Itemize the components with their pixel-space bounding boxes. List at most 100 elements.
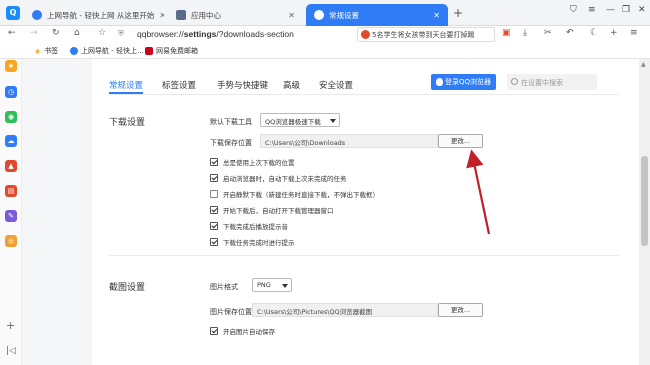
security-shield-icon: ⛨ xyxy=(118,29,124,38)
star-icon: ★ xyxy=(34,46,42,56)
download-path-field: C:\Users\公司\Downloads xyxy=(260,134,438,148)
edit-icon[interactable]: ✎ xyxy=(5,210,17,222)
address-input[interactable]: qqbrowser://settings/?downloads-section xyxy=(137,29,294,39)
change-download-path-button[interactable]: 更改... xyxy=(438,134,483,148)
main-menu-icon[interactable]: ≡ xyxy=(630,28,638,38)
image-path-label: 图片保存位置 xyxy=(210,308,252,316)
pdf-icon[interactable]: ▲ xyxy=(5,160,17,172)
add-icon[interactable]: + xyxy=(610,28,618,38)
scrollbar-thumb[interactable] xyxy=(641,156,648,246)
qq-browser-logo: Q xyxy=(6,6,20,20)
document-icon[interactable]: ▤ xyxy=(5,185,17,197)
navigation-bar: ← → ↻ ⌂ ☆ ⛨ qqbrowser://settings/?downlo… xyxy=(0,26,650,44)
app-center-favicon-icon xyxy=(176,10,186,20)
bookmark-netease-mail[interactable]: 网易免费邮箱 xyxy=(145,46,198,56)
checkbox[interactable] xyxy=(210,222,218,230)
change-image-path-button[interactable]: 更改... xyxy=(438,303,483,317)
minimize-icon[interactable]: — xyxy=(606,5,615,15)
home-icon[interactable]: ⌂ xyxy=(74,28,80,38)
history-icon[interactable]: ◷ xyxy=(5,86,17,98)
menu-icon[interactable]: ≡ xyxy=(588,5,596,15)
option-notify-complete[interactable]: 下载任务完成时进行提示 xyxy=(210,237,295,247)
sogou-search-icon xyxy=(361,30,370,39)
image-path-field: C:\Users\公司\Pictures\QQ浏览器截图 xyxy=(252,303,438,317)
checkbox[interactable] xyxy=(210,238,218,246)
option-open-manager[interactable]: 开始下载后，自动打开下载管理器窗口 xyxy=(210,205,334,215)
bookmark-navigation[interactable]: 上网导航 - 轻快上... xyxy=(70,46,144,56)
settings-favicon-icon xyxy=(314,10,324,20)
tab-bar: Q 上网导航 - 轻快上网 从这里开始 ✕ 应用中心 ✕ 常规设置 ✕ + ⛉ … xyxy=(0,0,650,26)
maximize-icon[interactable]: ❐ xyxy=(622,5,630,15)
option-silent-download[interactable]: 开启静默下载（新建任务时直接下载，不弹出下载框） xyxy=(210,189,379,199)
cut-icon[interactable]: ✂ xyxy=(544,28,552,38)
navigation-favicon-icon xyxy=(32,10,42,20)
nav-icon xyxy=(70,47,78,55)
tab-settings[interactable]: 常规设置 ✕ xyxy=(306,4,448,26)
option-auto-save-image[interactable]: 开启图片自动保存 xyxy=(210,326,275,336)
close-tab-icon[interactable]: ✕ xyxy=(288,11,295,20)
search-input[interactable]: 5名学生将女孩带到天台要打掉踢 xyxy=(357,27,495,42)
download-settings-title: 下载设置 xyxy=(109,118,146,128)
add-sidebar-app-icon[interactable]: + xyxy=(6,319,15,332)
settings-search-input[interactable]: 在设置中搜索 xyxy=(507,74,597,90)
option-resume-unfinished[interactable]: 启动浏览器时，自动下载上次未完成的任务 xyxy=(210,173,347,183)
tab-gestures-shortcuts[interactable]: 手势与快捷键 xyxy=(217,79,268,91)
close-window-icon[interactable]: ✕ xyxy=(638,5,646,15)
option-play-sound[interactable]: 下载完成后播放提示音 xyxy=(210,221,288,231)
checkbox[interactable] xyxy=(210,327,218,335)
forward-icon[interactable]: → xyxy=(30,28,38,38)
tabs-divider xyxy=(109,94,619,95)
default-download-tool-label: 默认下载工具 xyxy=(210,118,252,126)
tab-title: 常规设置 xyxy=(329,10,359,20)
checkbox[interactable] xyxy=(210,174,218,182)
tab-general-settings[interactable]: 常规设置 xyxy=(109,79,143,91)
close-tab-icon[interactable]: ✕ xyxy=(433,11,440,20)
new-tab-icon[interactable]: + xyxy=(453,6,463,20)
converter-icon[interactable]: ◎ xyxy=(5,235,17,247)
search-icon xyxy=(511,78,518,85)
tab-navigation[interactable]: 上网导航 - 轻快上网 从这里开始 ✕ xyxy=(24,4,164,26)
section-divider xyxy=(109,255,619,256)
checkbox[interactable] xyxy=(210,190,218,198)
tab-title: 上网导航 - 轻快上网 从这里开始 xyxy=(47,10,155,20)
bookmarks-folder[interactable]: ★ 书签 xyxy=(34,46,58,56)
undo-close-icon[interactable]: ↶ xyxy=(566,28,574,38)
checkbox[interactable] xyxy=(210,206,218,214)
tab-security-settings[interactable]: 安全设置 xyxy=(319,79,353,91)
checkbox[interactable] xyxy=(210,158,218,166)
tab-advanced[interactable]: 高级 xyxy=(283,79,300,91)
bookmark-star-icon[interactable]: ☆ xyxy=(98,28,106,38)
chevron-down-icon xyxy=(330,119,336,123)
favorites-icon[interactable]: ★ xyxy=(5,60,17,72)
tab-tab-settings[interactable]: 标签设置 xyxy=(162,79,196,91)
screenshot-settings-title: 截图设置 xyxy=(109,283,146,293)
option-use-last-location[interactable]: 总是使用上次下载的位置 xyxy=(210,157,295,167)
night-mode-icon[interactable]: ☾ xyxy=(590,28,598,38)
side-rail: ★ ◷ ◉ ☁ ▲ ▤ ✎ ◎ + |◁ xyxy=(0,59,22,365)
cloud-icon[interactable]: ☁ xyxy=(5,135,17,147)
image-format-select[interactable]: PNG xyxy=(252,278,292,292)
image-format-label: 图片格式 xyxy=(210,283,238,291)
login-qq-button[interactable]: 登录QQ浏览器 xyxy=(431,74,496,90)
back-icon[interactable]: ← xyxy=(8,28,16,38)
bookmarks-bar: ★ 书签 上网导航 - 轻快上... 网易免费邮箱 xyxy=(0,44,650,59)
close-tab-icon[interactable]: ✕ xyxy=(159,11,164,20)
mail-icon xyxy=(145,47,153,55)
chevron-down-icon xyxy=(282,284,288,288)
qq-penguin-icon xyxy=(435,78,443,86)
collapse-sidebar-icon[interactable]: |◁ xyxy=(6,346,16,356)
download-icon[interactable]: ⤓ xyxy=(523,28,527,38)
shirt-skin-icon[interactable]: ⛉ xyxy=(570,5,577,15)
wechat-icon[interactable]: ◉ xyxy=(5,111,17,123)
refresh-icon[interactable]: ↻ xyxy=(52,28,60,38)
tab-title: 应用中心 xyxy=(191,10,221,20)
vertical-scrollbar[interactable]: ▲ xyxy=(639,59,650,365)
translate-icon[interactable]: ▣ xyxy=(502,28,511,38)
tab-app-center[interactable]: 应用中心 ✕ xyxy=(168,4,303,26)
scroll-up-icon[interactable]: ▲ xyxy=(641,61,646,68)
settings-card xyxy=(92,59,642,365)
download-path-label: 下载保存位置 xyxy=(210,139,252,147)
download-tool-select[interactable]: QQ浏览器极速下载 xyxy=(260,113,340,127)
settings-page: 常规设置 标签设置 手势与快捷键 高级 安全设置 登录QQ浏览器 在设置中搜索 … xyxy=(22,59,642,365)
active-tab-indicator xyxy=(109,92,143,94)
